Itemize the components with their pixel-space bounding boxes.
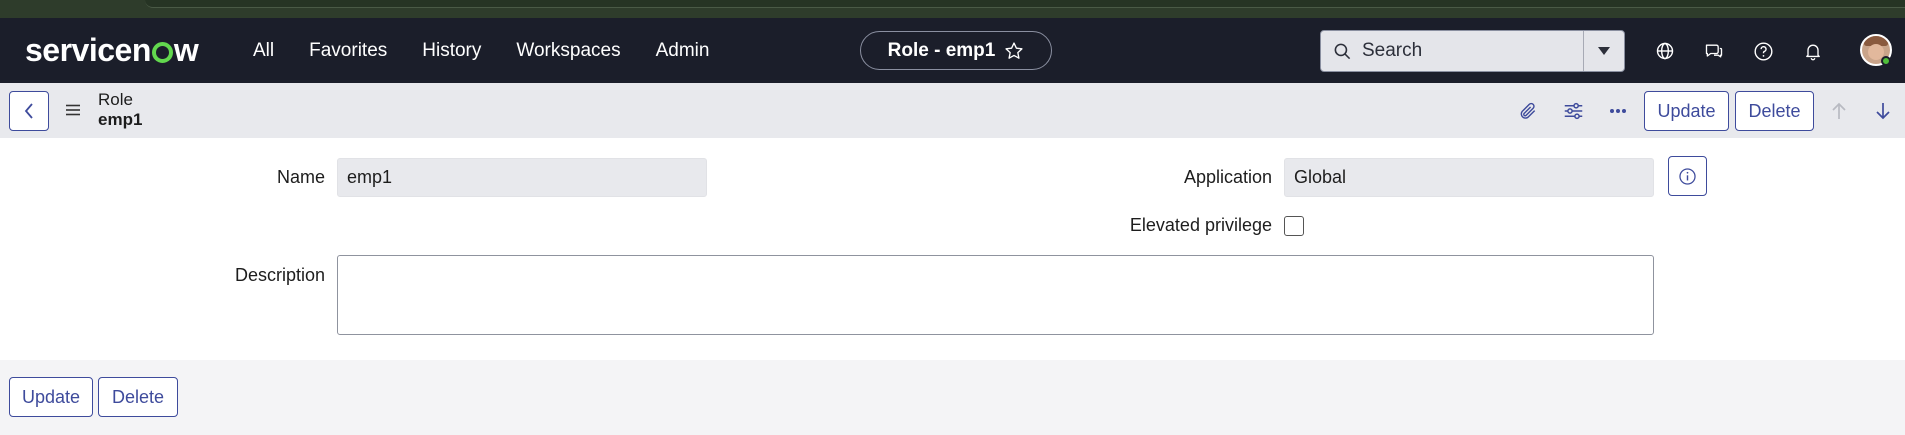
menu-history[interactable]: History [422, 40, 481, 62]
name-field[interactable]: emp1 [337, 158, 707, 197]
search-input[interactable]: Search [1321, 31, 1583, 71]
application-label: Application [1183, 167, 1272, 187]
chat-icon[interactable] [1703, 40, 1725, 62]
previous-record-icon[interactable] [1827, 99, 1851, 123]
menu-workspaces[interactable]: Workspaces [516, 40, 620, 62]
record-type: Role [98, 90, 133, 109]
paperclip-icon[interactable] [1516, 99, 1540, 123]
browser-frame [0, 0, 1905, 18]
application-field: Global [1284, 158, 1654, 197]
bell-icon[interactable] [1802, 40, 1824, 62]
main-menu: All Favorites History Workspaces Admin [253, 18, 744, 83]
search-icon [1334, 43, 1351, 59]
browser-tab-strip [145, 0, 1905, 8]
more-options-icon[interactable] [1606, 99, 1630, 123]
name-label: Name [276, 167, 325, 187]
record-title: Role emp1 [98, 90, 142, 130]
global-search[interactable]: Search [1320, 30, 1625, 72]
presence-status-indicator [1881, 56, 1891, 66]
logo-o-icon [151, 41, 173, 63]
star-icon[interactable] [1004, 41, 1024, 61]
record-name: emp1 [98, 110, 143, 129]
menu-all[interactable]: All [253, 40, 274, 62]
application-info-button[interactable] [1668, 156, 1707, 196]
caret-down-icon [1598, 47, 1610, 55]
help-icon[interactable] [1752, 40, 1774, 62]
form-header: Role emp1 Update Delete [0, 83, 1905, 138]
search-placeholder: Search [1362, 40, 1423, 61]
back-button[interactable] [9, 91, 49, 131]
context-menu-icon[interactable] [64, 101, 82, 119]
role-form: Name emp1 Application Global Elevated pr… [0, 138, 1905, 360]
logo-text-end: w [173, 31, 199, 68]
servicenow-logo[interactable]: servicen w [25, 30, 199, 70]
settings-sliders-icon[interactable] [1561, 99, 1585, 123]
delete-button-footer[interactable]: Delete [98, 377, 178, 417]
context-title: Role - emp1 [887, 39, 996, 61]
menu-admin[interactable]: Admin [656, 40, 710, 62]
delete-button-header[interactable]: Delete [1735, 91, 1814, 131]
menu-favorites[interactable]: Favorites [309, 40, 387, 62]
elevated-privilege-label: Elevated privilege [1129, 215, 1272, 235]
globe-icon[interactable] [1654, 40, 1676, 62]
chevron-left-icon [24, 103, 33, 119]
update-button-header[interactable]: Update [1644, 91, 1729, 131]
logo-text-start: servicen [25, 31, 151, 68]
update-button-footer[interactable]: Update [9, 377, 93, 417]
search-scope-dropdown[interactable] [1583, 31, 1624, 71]
top-navigation: servicen w All Favorites History Workspac… [0, 18, 1905, 83]
description-label: Description [234, 265, 325, 285]
context-title-pill[interactable]: Role - emp1 [860, 31, 1052, 70]
description-textarea[interactable] [337, 255, 1654, 335]
elevated-privilege-checkbox[interactable] [1284, 216, 1304, 236]
info-icon [1679, 167, 1696, 185]
next-record-icon[interactable] [1871, 99, 1895, 123]
